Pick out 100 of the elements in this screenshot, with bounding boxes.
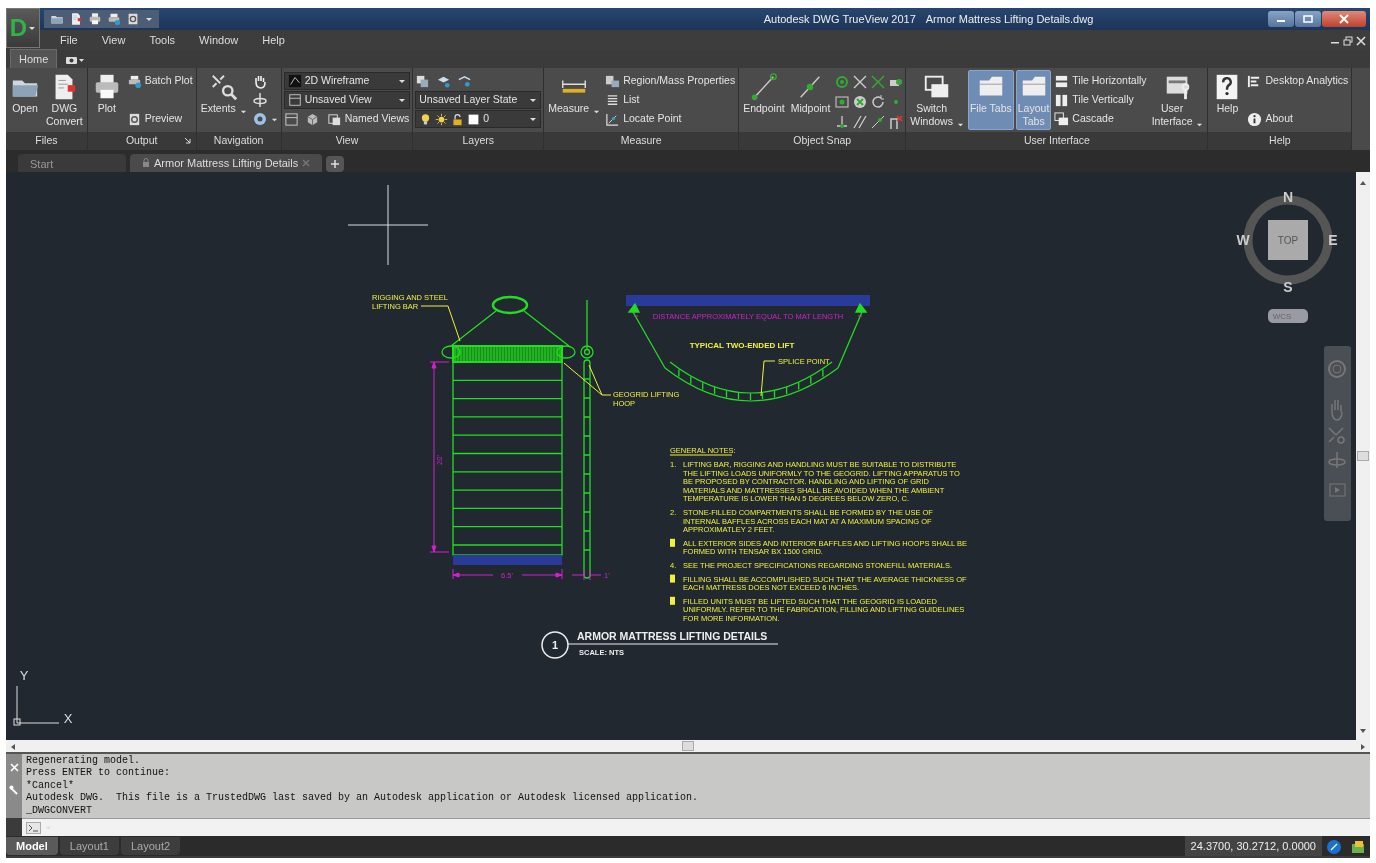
caret-icon (397, 96, 406, 104)
viewcube-label: TOP (1277, 235, 1299, 246)
menu-item[interactable]: File (48, 31, 90, 49)
tool-button[interactable]: Batch Plot (125, 72, 194, 90)
panel-title: Layers (462, 133, 494, 149)
menu-item[interactable]: Window (187, 31, 251, 49)
dimension-line (571, 569, 602, 581)
note-bullet-icon (670, 538, 675, 547)
dimension-line (857, 315, 863, 317)
ribbon-button[interactable]: Extents (198, 70, 249, 130)
ribbon-button[interactable]: Measure (546, 70, 603, 130)
panel-title: Navigation (213, 133, 264, 149)
scrollbar-thumb[interactable] (682, 741, 694, 751)
scrollbar-thumb[interactable] (1357, 451, 1369, 461)
detail-number: 1 (551, 639, 559, 651)
snap-mode-icon[interactable] (834, 74, 851, 90)
dropdown-field[interactable]: Unsaved Layer State (415, 91, 542, 109)
sun-icon (435, 112, 449, 126)
caret-icon (28, 24, 37, 32)
ribbon-button[interactable]: Open (8, 70, 42, 130)
panel-title: Help (1269, 133, 1291, 149)
tile-horizontal-icon (1054, 73, 1070, 89)
snap-mode-icon[interactable] (834, 94, 851, 110)
lock-icon (451, 112, 465, 126)
view-icon[interactable] (283, 111, 299, 127)
tool-button[interactable]: Region/Mass Properties (604, 72, 737, 90)
close-button[interactable] (1322, 11, 1366, 27)
caret-icon[interactable] (145, 15, 153, 23)
layers-icon[interactable] (415, 73, 431, 89)
preview-icon[interactable] (126, 12, 140, 26)
panel-title: User Interface (1023, 133, 1090, 149)
ribbon-tab[interactable]: Home (10, 48, 58, 68)
file-tab[interactable]: Start (18, 154, 126, 172)
caret-icon (956, 121, 964, 128)
layer-icon[interactable] (457, 73, 473, 89)
snap-mode-icon[interactable] (852, 94, 869, 110)
menu-item[interactable]: Help (250, 31, 297, 49)
tool-button[interactable]: Locate Point (604, 110, 737, 128)
caret-icon (529, 115, 538, 123)
point-icon (605, 111, 621, 127)
snap-mode-icon[interactable] (870, 94, 887, 110)
document-title: Armor Mattress Lifting Details.dwg (925, 11, 1094, 27)
snap-mode-icon[interactable] (888, 114, 905, 130)
layout-tab[interactable]: Layout1 (59, 836, 119, 856)
named-views-icon (326, 111, 342, 127)
caret-icon (239, 108, 247, 115)
command-line-field[interactable] (22, 818, 1370, 836)
compass-label: W (1236, 232, 1250, 248)
tool-button[interactable]: About (1246, 110, 1350, 128)
layout-tab[interactable]: Layout2 (120, 836, 181, 856)
snap-mode-icon[interactable] (852, 114, 869, 130)
printer-icon (126, 73, 142, 89)
new-tab-button[interactable] (326, 154, 345, 172)
printer-icon[interactable] (107, 12, 121, 26)
file-tab[interactable]: Armor Mattress Lifting Details (130, 154, 323, 172)
command-history-line: Press ENTER to continue: (26, 767, 172, 780)
ribbon-button[interactable]: User Interface (1149, 70, 1206, 130)
prompt-icon[interactable] (26, 819, 42, 836)
caret-icon (1196, 121, 1204, 128)
dropdown-field[interactable]: 2D Wireframe (283, 72, 410, 90)
launcher-icon[interactable] (183, 137, 192, 145)
ribbon-button[interactable]: Switch Windows (908, 70, 966, 130)
coordinate-display: 24.3700, 30.2712, 0.0000 (1184, 835, 1322, 857)
snap-mode-icon[interactable] (852, 74, 869, 90)
ucs-menu-button[interactable] (1268, 309, 1308, 323)
tool-button[interactable]: List (604, 91, 737, 109)
menu-item[interactable]: Tools (137, 31, 188, 49)
layout-tab[interactable]: Model (6, 836, 58, 856)
panel-title: Measure (620, 133, 662, 149)
close-icon (1339, 14, 1349, 24)
ribbon-button[interactable]: Help (1210, 70, 1245, 130)
document-icon[interactable] (69, 12, 83, 26)
dropdown-field[interactable]: Unsaved View (283, 91, 410, 109)
minimize-button[interactable] (1268, 11, 1294, 27)
drawing-title: TYPICAL TWO-ENDED LIFT (689, 341, 795, 350)
caret-icon (397, 77, 406, 85)
caret-icon (593, 108, 601, 115)
ucs-label: WCS (1272, 312, 1292, 321)
leader-line (563, 362, 612, 396)
tool-button[interactable]: Named Views (325, 110, 411, 128)
ribbon-button[interactable]: DWG Convert (44, 70, 85, 130)
ribbon-button[interactable]: Midpoint (788, 70, 833, 130)
tool-button[interactable]: Cascade (1053, 110, 1148, 128)
ribbon-button[interactable]: Plot (89, 70, 124, 130)
snap-mode-icon[interactable] (870, 114, 887, 130)
maximize-icon (1303, 15, 1313, 23)
dropdown-field[interactable]: 0 (415, 110, 542, 128)
note-bullet-icon (670, 574, 675, 583)
menu-item[interactable]: View (89, 31, 138, 49)
leader-line (760, 360, 776, 397)
detail-title: ARMOR MATTRESS LIFTING DETAILS (577, 630, 768, 642)
printer-icon[interactable] (88, 12, 102, 26)
tool-button[interactable]: Tile Horizontally (1053, 72, 1148, 90)
maximize-button[interactable] (1295, 11, 1321, 27)
ribbon-button[interactable]: Endpoint (741, 70, 787, 130)
tool-button[interactable]: Preview (125, 110, 194, 128)
tool-button[interactable]: Desktop Analytics (1246, 72, 1350, 90)
snap-mode-icon[interactable] (870, 74, 887, 90)
panel-title: Output (125, 133, 158, 149)
tool-button[interactable]: Tile Vertically (1053, 91, 1148, 109)
